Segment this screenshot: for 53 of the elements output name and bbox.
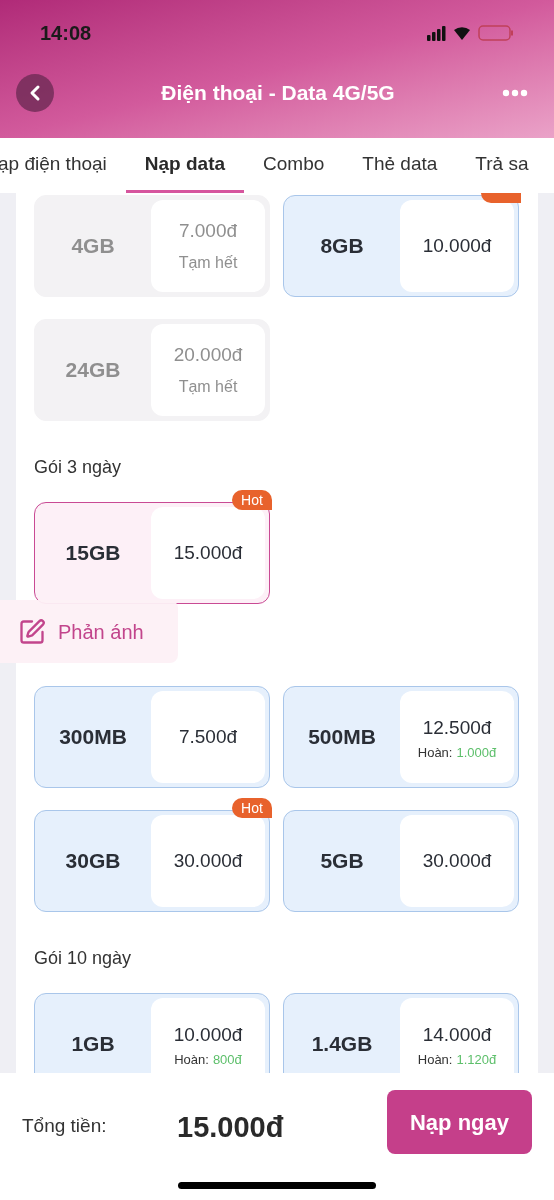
- price: 7.500đ: [178, 724, 238, 749]
- package-card[interactable]: 300MB 7.500đ: [34, 686, 270, 788]
- refund-label: Hoàn:: [174, 1053, 209, 1068]
- battery-icon: [478, 25, 514, 41]
- price: 10.000đ: [173, 1022, 243, 1047]
- feedback-button[interactable]: Phản ánh: [0, 600, 178, 663]
- wifi-icon: [453, 26, 471, 40]
- total-label: Tổng tiền:: [22, 1114, 108, 1138]
- data-amount: 1.4GB: [311, 1031, 373, 1058]
- price: 20.000đ: [173, 342, 243, 367]
- tab[interactable]: Thẻ data: [343, 138, 457, 193]
- tab[interactable]: Trả sa: [456, 138, 548, 193]
- refund-amount: 1.120đ: [456, 1053, 497, 1068]
- data-amount: 4GB: [71, 233, 115, 260]
- section-title: Gói 10 ngày: [34, 948, 133, 968]
- data-amount: 15GB: [65, 540, 121, 567]
- hot-badge: Hot: [232, 490, 272, 510]
- price: 12.500đ: [422, 715, 492, 740]
- data-amount: 1GB: [71, 1031, 115, 1058]
- data-amount: 300MB: [59, 724, 127, 751]
- tab[interactable]: Combo: [244, 138, 344, 193]
- status-text: Tạm hết: [178, 377, 238, 398]
- refund-label: Hoàn:: [417, 746, 453, 761]
- package-card[interactable]: 5GB 30.000đ: [283, 810, 519, 912]
- page-title: Điện thoại - Data 4G/5G: [160, 80, 396, 107]
- top-up-button[interactable]: Nạp ngay: [387, 1090, 532, 1154]
- data-amount: 5GB: [320, 848, 364, 875]
- edit-icon: [18, 617, 46, 646]
- section-title: Gói 3 ngày: [34, 457, 123, 477]
- back-button[interactable]: [16, 74, 54, 112]
- package-card[interactable]: 1.4GB 14.000đ Hoàn: 1.120đ: [283, 993, 519, 1073]
- price: 15.000đ: [173, 540, 243, 565]
- price: 14.000đ: [422, 1022, 492, 1047]
- refund-amount: 800đ: [212, 1053, 242, 1068]
- price: 30.000đ: [422, 848, 492, 873]
- status-text: Tạm hết: [178, 253, 238, 274]
- package-card[interactable]: 1GB 10.000đ Hoàn: 800đ: [34, 993, 270, 1073]
- more-icon[interactable]: [502, 89, 528, 97]
- refund-amount: 1.000đ: [456, 746, 497, 761]
- refund-label: Hoàn:: [417, 1053, 453, 1068]
- hot-badge: Hot: [232, 798, 272, 818]
- data-amount: 500MB: [308, 724, 376, 751]
- status-time: 14:08: [40, 21, 92, 46]
- data-amount: 24GB: [65, 357, 121, 384]
- data-amount: 8GB: [320, 233, 364, 260]
- price: 30.000đ: [173, 848, 243, 873]
- price: 7.000đ: [178, 218, 238, 243]
- package-card[interactable]: 8GB 10.000đ: [283, 195, 519, 297]
- package-card[interactable]: 500MB 12.500đ Hoàn: 1.000đ: [283, 686, 519, 788]
- signal-icon: [427, 25, 446, 41]
- total-amount: 15.000đ: [177, 1110, 285, 1145]
- data-amount: 30GB: [65, 848, 121, 875]
- price: 10.000đ: [422, 233, 492, 258]
